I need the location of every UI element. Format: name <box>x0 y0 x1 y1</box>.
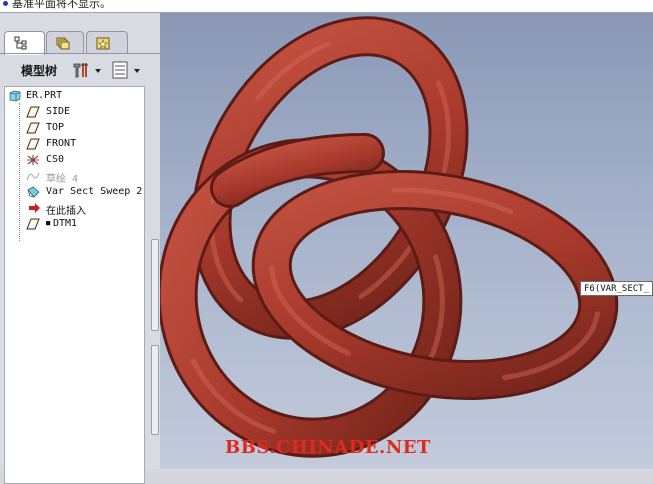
show-list-icon <box>112 61 140 79</box>
datum-plane-icon <box>26 218 40 230</box>
folder-browser-tab-icon <box>56 37 70 50</box>
graphics-viewport[interactable] <box>160 13 653 469</box>
tab-divider <box>0 53 160 54</box>
tree-item-side[interactable]: SIDE <box>5 104 144 120</box>
tree-item-label: SIDE <box>46 106 71 117</box>
tree-root-label: ER.PRT <box>26 90 63 101</box>
tree-item-label: Var Sect Sweep 2 <box>46 186 143 197</box>
settings-tools-icon <box>73 63 101 78</box>
tree-item-cs0[interactable]: CS0 <box>5 152 144 168</box>
tree-item-label: DTM1 <box>53 218 78 229</box>
show-dropdown-button[interactable] <box>110 60 144 80</box>
panel-splitter[interactable] <box>151 239 159 435</box>
coordinate-system-icon <box>27 155 39 165</box>
message-bar: 基准平面将不显示。 <box>0 0 653 13</box>
message-text: 基准平面将不显示。 <box>12 0 111 10</box>
tab-folder-browser[interactable] <box>46 31 84 54</box>
tree-item-var-sect-sweep[interactable]: Var Sect Sweep 2 <box>5 184 144 200</box>
splitter-grip-upper[interactable] <box>151 239 159 331</box>
datum-plane-icon <box>26 122 40 134</box>
tree-item-sketch[interactable]: 草绘 4 <box>5 168 144 185</box>
part-icon <box>9 90 21 102</box>
tree-item-label: CS0 <box>46 154 65 165</box>
model-tree-tab-icon <box>14 36 27 50</box>
watermark-text: BBS.CHINADE.NET <box>225 437 431 458</box>
tree-root-item[interactable]: ER.PRT <box>5 88 144 104</box>
datum-plane-icon <box>26 106 40 118</box>
tree-item-insert-here[interactable]: 在此插入 <box>5 200 144 217</box>
tree-item-label: FRONT <box>46 138 77 149</box>
tree-item-front[interactable]: FRONT <box>5 136 144 152</box>
navigator-panel: 模型树 ER.PRT SIDE TOP FRONT CS0 草绘 4 Var S… <box>0 13 160 484</box>
tree-item-label: 草绘 4 <box>46 174 79 185</box>
tab-model-tree[interactable] <box>4 31 45 55</box>
insert-here-arrow-icon <box>29 203 40 213</box>
model-tree: ER.PRT SIDE TOP FRONT CS0 草绘 4 Var Sect … <box>4 86 145 484</box>
tree-item-marker: ■ <box>46 219 51 227</box>
favorites-tab-icon <box>96 37 110 50</box>
message-bullet-icon <box>3 1 8 6</box>
tree-item-label: TOP <box>46 122 65 133</box>
settings-dropdown-button[interactable] <box>70 60 104 80</box>
splitter-grip-lower[interactable] <box>151 345 159 435</box>
model-tree-title: 模型树 <box>21 64 58 78</box>
feature-tooltip: F6(VAR_SECT_ <box>580 281 653 296</box>
sketch-icon <box>26 172 40 181</box>
datum-plane-icon <box>26 138 40 150</box>
tree-item-dtm1[interactable]: ■ DTM1 <box>5 216 144 232</box>
variable-section-sweep-icon <box>27 186 40 198</box>
tree-item-label: 在此插入 <box>46 206 86 217</box>
tree-item-top[interactable]: TOP <box>5 120 144 136</box>
trefoil-knot-model[interactable] <box>160 13 653 469</box>
tab-favorites[interactable] <box>86 31 128 54</box>
